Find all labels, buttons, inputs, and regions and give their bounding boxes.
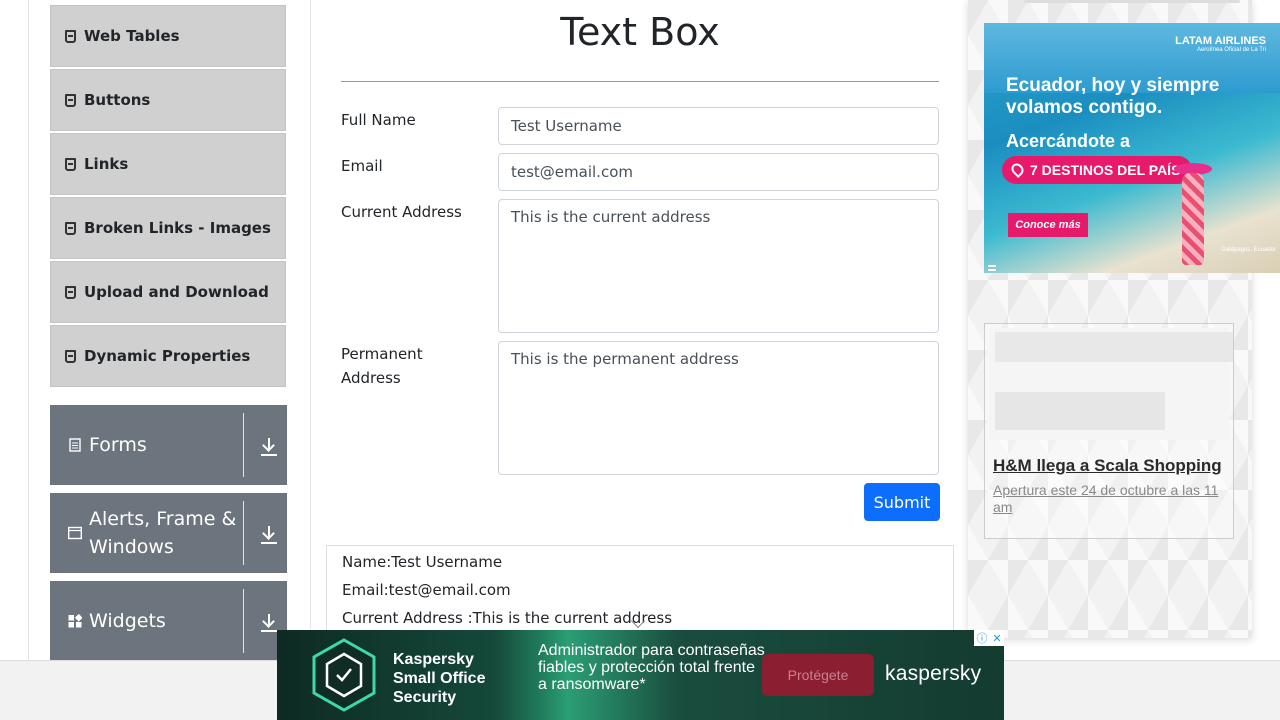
html-element-icon bbox=[65, 29, 76, 43]
ad-figure bbox=[1182, 173, 1204, 265]
latam-destinations-pill: 7 DESTINOS DEL PAÍS bbox=[1002, 156, 1192, 184]
window-icon bbox=[68, 526, 82, 540]
submit-button[interactable]: Submit bbox=[864, 483, 940, 521]
group-label: Alerts, Frame & Windows bbox=[89, 508, 237, 558]
latam-cta-button[interactable]: Conoce más bbox=[1008, 213, 1088, 237]
sidebar-item-label: Dynamic Properties bbox=[84, 347, 251, 365]
content-divider bbox=[310, 0, 311, 660]
latam-logo: LATAM AIRLINES Aerolínea Oficial de La T… bbox=[1175, 35, 1266, 53]
html-element-icon bbox=[65, 349, 76, 363]
hm-ad[interactable]: H&M llega a Scala Shopping Apertura este… bbox=[984, 323, 1234, 539]
sidebar-item-dynamic-properties[interactable]: Dynamic Properties bbox=[50, 325, 286, 387]
sidebar-item-buttons[interactable]: Buttons bbox=[50, 69, 286, 131]
email-input[interactable] bbox=[498, 153, 939, 191]
sidebar-item-broken-links[interactable]: Broken Links - Images bbox=[50, 197, 286, 259]
sidebar-item-web-tables[interactable]: Web Tables bbox=[50, 5, 286, 67]
permanent-address-label: Permanent Address bbox=[341, 345, 423, 387]
group-label: Widgets bbox=[89, 610, 166, 632]
latam-subheadline: Acercándote a bbox=[1006, 131, 1131, 151]
latam-place: Galápagos, Ecuador bbox=[1221, 247, 1276, 253]
hm-ad-headline[interactable]: H&M llega a Scala Shopping bbox=[993, 456, 1222, 476]
full-name-input[interactable] bbox=[498, 107, 939, 145]
html-element-icon bbox=[65, 221, 76, 235]
kaspersky-logo: kaspersky bbox=[885, 662, 982, 685]
sidebar-item-links[interactable]: Links bbox=[50, 133, 286, 195]
output-email: Email:test@email.com bbox=[342, 581, 511, 599]
output-name: Name:Test Username bbox=[342, 553, 503, 571]
kaspersky-cta-button[interactable]: Protégete bbox=[762, 654, 874, 696]
left-border bbox=[28, 0, 29, 660]
group-label: Forms bbox=[89, 434, 147, 456]
current-address-textarea[interactable]: This is the current address bbox=[498, 199, 939, 333]
kaspersky-shield-icon bbox=[312, 638, 376, 712]
group-divider bbox=[243, 413, 244, 477]
full-name-label: Full Name bbox=[341, 111, 416, 129]
html-element-icon bbox=[65, 93, 76, 107]
latam-headline: Ecuador, hoy y siempre volamos contigo. bbox=[1006, 75, 1220, 118]
ad-top-strip bbox=[1024, 0, 1240, 3]
kaspersky-product: Kaspersky Small Office Security bbox=[393, 651, 486, 706]
html-element-icon bbox=[65, 285, 76, 299]
sidebar-item-label: Web Tables bbox=[84, 27, 180, 45]
hm-ad-subtext[interactable]: Apertura este 24 de octubre a las 11 am bbox=[993, 482, 1229, 516]
ad-choices-icon[interactable]: ⓘ ✕ bbox=[974, 630, 1004, 646]
sidebar-item-upload-download[interactable]: Upload and Download bbox=[50, 261, 286, 323]
group-forms[interactable]: Forms bbox=[50, 405, 287, 485]
sidebar-item-label: Links bbox=[84, 155, 129, 173]
sidebar-item-label: Buttons bbox=[84, 91, 151, 109]
hm-ad-image bbox=[989, 328, 1233, 440]
download-icon[interactable] bbox=[255, 432, 283, 462]
form-icon bbox=[69, 438, 81, 452]
sidebar-item-label: Upload and Download bbox=[84, 283, 269, 301]
download-icon[interactable] bbox=[255, 520, 283, 550]
menu-icon[interactable] bbox=[988, 265, 996, 271]
email-label: Email bbox=[341, 157, 383, 175]
group-widgets[interactable]: Widgets bbox=[50, 581, 287, 661]
output-current-address: Current Address :This is the current add… bbox=[342, 609, 673, 627]
location-pin-icon bbox=[1009, 161, 1026, 178]
current-address-label: Current Address bbox=[341, 203, 462, 221]
group-divider bbox=[243, 501, 244, 565]
sidebar-item-label: Broken Links - Images bbox=[84, 219, 271, 237]
group-divider bbox=[243, 589, 244, 653]
html-element-icon bbox=[65, 157, 76, 171]
permanent-address-textarea[interactable]: This is the permanent address bbox=[498, 341, 939, 475]
widgets-icon bbox=[68, 614, 82, 628]
page-title: Text Box bbox=[560, 10, 720, 54]
kaspersky-ad[interactable]: Kaspersky Small Office Security Administ… bbox=[277, 630, 1004, 720]
group-alerts-frame-windows[interactable]: Alerts, Frame & Windows bbox=[50, 493, 287, 573]
page: Web Tables Buttons Links Broken Links - … bbox=[0, 0, 1280, 720]
latam-ad[interactable]: LATAM AIRLINES Aerolínea Oficial de La T… bbox=[984, 23, 1280, 273]
title-divider bbox=[341, 81, 939, 82]
kaspersky-tagline: Administrador para contraseñas fiables y… bbox=[538, 642, 765, 693]
